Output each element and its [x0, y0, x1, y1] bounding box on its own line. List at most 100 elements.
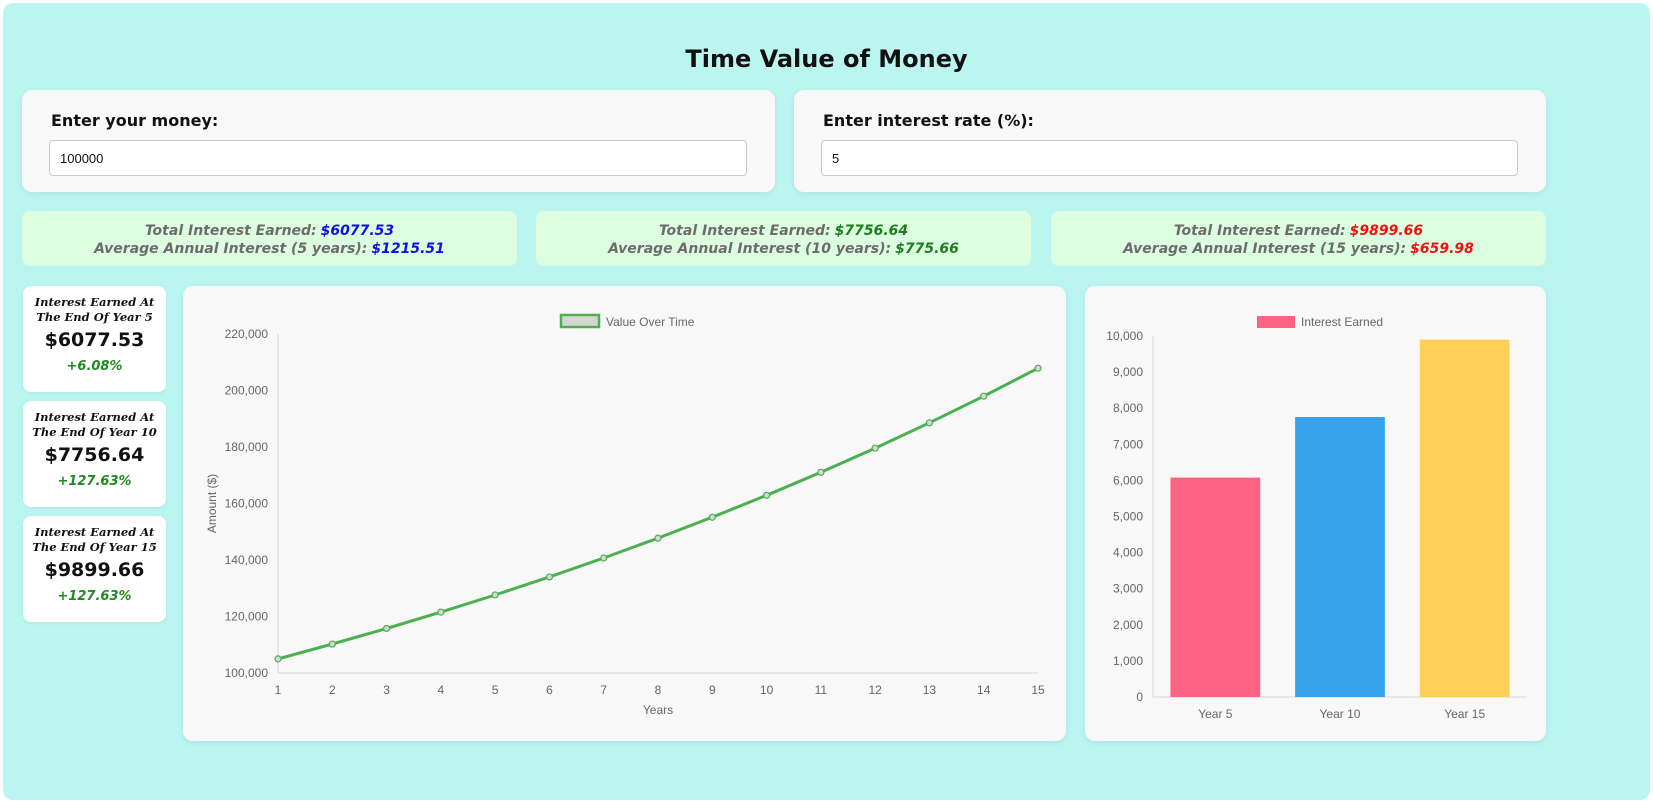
- stat-change: +127.63%: [57, 589, 132, 604]
- stat-title: Interest Earned At The End Of Year 10: [23, 410, 166, 440]
- data-point: [1034, 364, 1042, 372]
- y-tick-label: 120,000: [225, 610, 269, 624]
- x-tick-label: 5: [492, 683, 499, 697]
- legend-swatch: [1257, 316, 1295, 328]
- y-tick-label: 4,000: [1113, 546, 1143, 560]
- y-tick-label: 6,000: [1113, 473, 1143, 487]
- line-chart-card: 100,000 120,000 140,000 160,000 180,000 200,0…: [183, 286, 1066, 741]
- x-tick-label: 6: [546, 683, 553, 697]
- data-point: [762, 491, 771, 499]
- x-tick-label: 10: [760, 683, 774, 697]
- stat-title-line: Interest Earned At: [34, 410, 155, 424]
- data-point: [328, 640, 336, 648]
- stat-card-year-10: Interest Earned At The End Of Year 10 $77…: [23, 401, 166, 507]
- x-tick-label: 15: [1031, 683, 1045, 697]
- stat-card-year-15: Interest Earned At The End Of Year 15 $98…: [23, 516, 166, 622]
- x-tick-label: Year 5: [1198, 707, 1233, 721]
- summary-avg-value: $1215.51: [371, 241, 445, 257]
- y-tick-label: 220,000: [225, 327, 269, 341]
- x-tick-label: Year 15: [1444, 707, 1485, 721]
- x-tick-label: 3: [383, 683, 390, 697]
- rate-label: Enter interest rate (%):: [823, 111, 1034, 130]
- y-axis-title: Amount ($): [205, 474, 219, 533]
- data-point: [654, 534, 662, 542]
- x-tick-label: 14: [977, 683, 991, 697]
- bar-year-5: [1170, 477, 1261, 697]
- x-tick-label: 1: [275, 683, 282, 697]
- data-point: [980, 392, 988, 400]
- stat-title-line: Interest Earned At: [34, 295, 155, 309]
- summary-15-years: Total Interest Earned: $9899.66 Average A…: [1051, 211, 1546, 266]
- summary-10-years: Total Interest Earned: $7756.64 Average A…: [536, 211, 1031, 266]
- x-tick-label: 7: [600, 683, 607, 697]
- y-tick-label: 100,000: [225, 666, 269, 680]
- bar-chart: 0 1,000 2,000 3,000 4,000 5,000 6,000 7,000 8,00…: [1106, 315, 1527, 721]
- data-point: [274, 655, 282, 663]
- bar-year-10: [1295, 416, 1385, 697]
- summary-avg-label: Average Annual Interest (10 years):: [608, 241, 892, 257]
- data-point: [708, 513, 716, 521]
- stat-title-line: Interest Earned At: [34, 525, 155, 539]
- legend-label: Value Over Time: [606, 315, 695, 329]
- summary-avg-label: Average Annual Interest (15 years):: [1123, 241, 1407, 257]
- summary-5-years: Total Interest Earned: $6077.53 Average A…: [22, 211, 517, 266]
- stat-value: $6077.53: [44, 329, 145, 351]
- x-tick-label: 11: [815, 683, 828, 697]
- money-input[interactable]: [49, 140, 747, 176]
- y-tick-label: 2,000: [1113, 618, 1143, 632]
- summary-avg-value: $659.98: [1410, 241, 1474, 257]
- stat-title-line: The End Of Year 15: [32, 540, 157, 554]
- rate-input[interactable]: [821, 140, 1518, 176]
- x-tick-label: 12: [868, 683, 882, 697]
- x-tick-label: 13: [923, 683, 937, 697]
- rate-input-card: Enter interest rate (%):: [794, 90, 1546, 192]
- stat-change: +127.63%: [57, 474, 132, 489]
- app-container: Time Value of Money Enter your money: En…: [3, 3, 1650, 800]
- x-axis-title: Years: [643, 703, 673, 717]
- summary-total-label: Total Interest Earned:: [144, 223, 317, 239]
- stat-title: Interest Earned At The End Of Year 5: [23, 295, 166, 325]
- summary-total-label: Total Interest Earned:: [658, 223, 831, 239]
- y-tick-label: 7,000: [1113, 437, 1143, 451]
- y-tick-label: 180,000: [225, 440, 269, 454]
- stat-title-line: The End Of Year 5: [36, 310, 153, 324]
- x-tick-label: 8: [655, 683, 662, 697]
- value-over-time-line: [277, 366, 1039, 661]
- y-tick-label: 160,000: [225, 497, 269, 511]
- y-tick-label: 9,000: [1113, 365, 1143, 379]
- data-point: [817, 468, 825, 476]
- y-tick-label: 5,000: [1113, 510, 1143, 524]
- page-title: Time Value of Money: [685, 45, 968, 73]
- y-tick-label: 140,000: [225, 553, 269, 567]
- x-tick-label: 9: [709, 683, 716, 697]
- data-point: [871, 444, 879, 452]
- data-point: [925, 419, 934, 427]
- y-tick-label: 0: [1136, 690, 1143, 704]
- summary-avg-label: Average Annual Interest (5 years):: [94, 241, 368, 257]
- summary-total-value: $6077.53: [320, 223, 395, 239]
- legend-label: Interest Earned: [1301, 315, 1383, 329]
- stat-change: +6.08%: [66, 359, 123, 374]
- stat-title: Interest Earned At The End Of Year 15: [23, 525, 166, 555]
- data-point: [437, 608, 445, 616]
- data-point: [545, 573, 554, 581]
- x-tick-label: Year 10: [1320, 707, 1361, 721]
- y-tick-label: 10,000: [1106, 329, 1143, 343]
- y-tick-label: 200,000: [225, 384, 269, 398]
- x-tick-label: 4: [438, 683, 445, 697]
- stat-card-year-5: Interest Earned At The End Of Year 5 $607…: [23, 286, 166, 392]
- bar-year-15: [1419, 339, 1510, 697]
- y-tick-label: 3,000: [1113, 582, 1143, 596]
- data-point: [382, 624, 391, 633]
- legend-swatch: [559, 313, 601, 329]
- money-label: Enter your money:: [51, 111, 219, 130]
- data-point: [491, 591, 499, 599]
- summary-avg-value: $775.66: [895, 241, 959, 257]
- stat-value: $9899.66: [44, 559, 145, 581]
- x-tick-label: 2: [329, 683, 336, 697]
- line-chart: 100,000 120,000 140,000 160,000 180,000 200,0…: [205, 313, 1045, 717]
- y-tick-label: 1,000: [1113, 654, 1143, 668]
- summary-total-value: $9899.66: [1349, 223, 1424, 239]
- money-input-card: Enter your money:: [22, 90, 775, 192]
- stat-value: $7756.64: [44, 444, 145, 466]
